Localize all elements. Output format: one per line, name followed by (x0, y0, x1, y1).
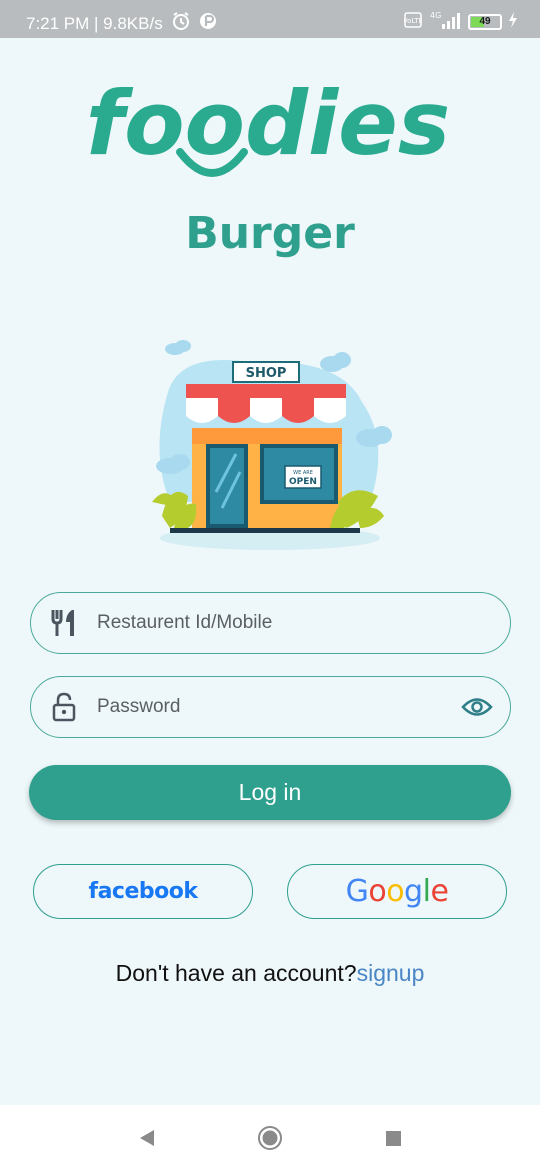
status-left: 7:21 PM | 9.8KB/s (26, 11, 217, 36)
app-subtitle: Burger (185, 208, 355, 259)
logo-text: foodies (86, 82, 450, 175)
password-field[interactable] (30, 676, 511, 738)
charging-bolt-icon (508, 12, 518, 31)
facebook-label: facebook (88, 879, 199, 904)
system-nav-bar (0, 1105, 540, 1170)
status-time-speed: 7:21 PM | 9.8KB/s (26, 13, 163, 33)
google-login-button[interactable]: Google (287, 864, 507, 919)
volte-text: VoLTE (404, 17, 422, 25)
restaurant-id-input[interactable] (97, 612, 510, 634)
shop-illustration: SHOP WE ARE OPEN (152, 340, 392, 550)
facebook-login-button[interactable]: facebook (33, 864, 253, 919)
door-sign-small-text: WE ARE (293, 470, 313, 476)
status-right: VoLTE 4G 49 (403, 10, 518, 33)
door-sign-text: OPEN (289, 477, 317, 487)
google-label: Google (345, 874, 449, 909)
alarm-icon (171, 11, 191, 36)
battery-level: 49 (479, 16, 491, 27)
eye-icon[interactable] (460, 695, 494, 719)
signal-icon: 4G (428, 10, 462, 33)
lock-icon (49, 692, 79, 722)
password-input[interactable] (97, 696, 460, 718)
back-triangle-icon[interactable] (134, 1125, 160, 1151)
home-circle-icon[interactable] (257, 1125, 283, 1151)
battery-icon: 49 (468, 13, 502, 30)
app-notification-icon (199, 12, 217, 35)
signup-row: Don't have an account?signup (0, 960, 540, 987)
signup-prompt: Don't have an account? (115, 960, 357, 986)
status-bar: 7:21 PM | 9.8KB/s VoLTE 4G 49 (0, 0, 540, 38)
login-button-label: Log in (238, 779, 302, 805)
volte-icon: VoLTE (403, 12, 423, 31)
fork-knife-icon (49, 608, 79, 638)
foodies-logo: foodies (86, 82, 450, 177)
restaurant-id-field[interactable] (30, 592, 511, 654)
signup-link[interactable]: signup (357, 960, 425, 986)
recents-square-icon[interactable] (380, 1125, 406, 1151)
login-button[interactable]: Log in (29, 765, 511, 820)
shop-sign-text: SHOP (246, 366, 287, 381)
network-type: 4G (430, 11, 441, 20)
